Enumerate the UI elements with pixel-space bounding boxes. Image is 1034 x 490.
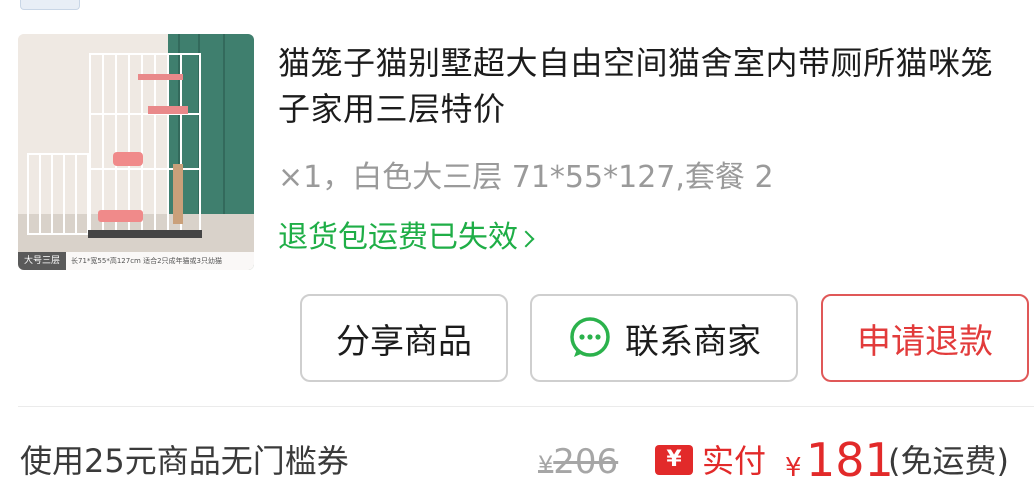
image-caption: 长71*宽55*高127cm 适合2只成年猫或3只幼猫 <box>71 257 222 265</box>
coupon-info: 使用25元商品无门槛券 <box>20 442 349 480</box>
return-status-label: 退货包运费已失效 <box>278 220 518 255</box>
free-shipping-note: (免运费) <box>888 442 1009 480</box>
cat-cage-picture <box>18 34 254 270</box>
return-shipping-status-link[interactable]: 退货包运费已失效 <box>278 216 535 260</box>
chevron-right-icon <box>517 230 535 248</box>
contact-seller-button[interactable]: 联系商家 <box>530 294 798 382</box>
actual-payment-label: 实付 <box>702 442 767 480</box>
share-product-button[interactable]: 分享商品 <box>300 294 508 382</box>
original-price-currency: ¥ <box>538 451 554 479</box>
section-divider <box>18 406 1034 407</box>
product-image[interactable]: 大号三层 长71*宽55*高127cm 适合2只成年猫或3只幼猫 <box>18 34 254 270</box>
previous-item-thumbnail[interactable] <box>20 0 80 10</box>
actual-payment-currency: ¥ <box>785 453 802 483</box>
contact-button-label: 联系商家 <box>625 321 761 362</box>
request-refund-button[interactable]: 申请退款 <box>821 294 1029 382</box>
original-price: ¥206 <box>538 440 618 487</box>
share-button-label: 分享商品 <box>336 321 472 362</box>
original-price-value: 206 <box>553 442 619 482</box>
product-title[interactable]: 猫笼子猫别墅超大自由空间猫舍室内带厕所猫咪笼子家用三层特价 <box>278 40 1018 132</box>
product-spec: ×1，白色大三层 71*55*127,套餐 2 <box>278 160 774 195</box>
image-size-badge: 大号三层 <box>18 252 67 270</box>
yen-pay-icon: ¥ <box>655 445 693 475</box>
refund-button-label: 申请退款 <box>857 321 993 362</box>
actual-payment-amount: 181 <box>806 433 894 487</box>
chat-bubble-icon <box>570 317 610 357</box>
image-caption-bar: 大号三层 长71*宽55*高127cm 适合2只成年猫或3只幼猫 <box>18 252 254 270</box>
